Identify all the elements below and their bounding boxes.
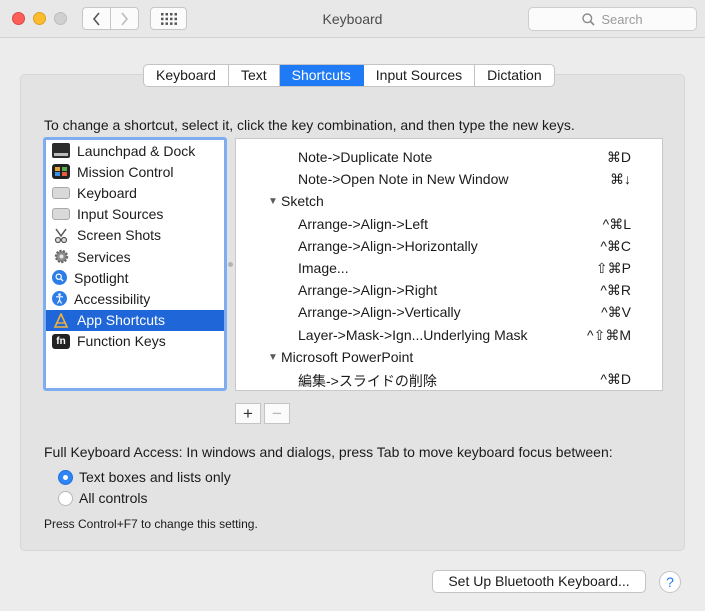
category-label: Spotlight (74, 269, 129, 286)
radio-label: All controls (79, 490, 148, 506)
screenshot-icon (52, 228, 70, 243)
shortcut-group-row[interactable]: ▼ Sketch (236, 190, 662, 212)
instruction-text: To change a shortcut, select it, click t… (44, 117, 575, 133)
shortcut-row[interactable]: Arrange->Align->Right ^⌘R (236, 279, 662, 301)
category-label: Input Sources (77, 206, 164, 223)
shortcut-key[interactable]: ⌘↓ (610, 171, 631, 188)
tab-text[interactable]: Text (229, 65, 280, 86)
category-label: Accessibility (74, 290, 151, 307)
remove-shortcut-button[interactable]: − (264, 403, 290, 424)
shortcut-group-row[interactable]: ▼ Microsoft PowerPoint (236, 346, 662, 368)
tab-input-sources[interactable]: Input Sources (364, 65, 476, 86)
group-name: Microsoft PowerPoint (281, 348, 414, 365)
shortcut-name: Note->Open Note in New Window (298, 171, 509, 188)
launchpad-dock-icon (52, 143, 70, 159)
category-input-sources[interactable]: Input Sources (46, 204, 224, 225)
category-mission-control[interactable]: Mission Control (46, 161, 224, 182)
add-shortcut-button[interactable]: + (235, 403, 261, 424)
shortcut-name: Arrange->Align->Left (298, 215, 428, 232)
shortcut-name: 編集->スライドの削除 (298, 372, 437, 389)
shortcut-key[interactable]: ^⌘C (600, 238, 631, 255)
category-screen-shots[interactable]: Screen Shots (46, 225, 224, 246)
category-label: Screen Shots (77, 227, 162, 244)
search-placeholder: Search (601, 11, 643, 27)
shortcut-row[interactable]: Note->Duplicate Note ⌘D (236, 146, 662, 168)
title-bar: Keyboard Search (0, 0, 705, 38)
category-label: Function Keys (77, 333, 166, 350)
setup-bluetooth-keyboard-button[interactable]: Set Up Bluetooth Keyboard... (432, 570, 646, 593)
shortcut-key[interactable]: ^⌘V (601, 304, 631, 321)
tab-shortcuts[interactable]: Shortcuts (279, 65, 364, 86)
shortcut-name: Arrange->Align->Horizontally (298, 237, 478, 254)
shortcut-key[interactable]: ^⌘R (600, 282, 631, 299)
disclosure-triangle-icon[interactable]: ▼ (268, 352, 278, 363)
app-shortcuts-icon (52, 312, 70, 328)
shortcut-row[interactable]: Arrange->Align->Vertically ^⌘V (236, 301, 662, 323)
accessibility-icon (52, 291, 67, 307)
search-icon (582, 12, 595, 26)
shortcut-key[interactable]: ^⌘D (600, 371, 631, 388)
category-services[interactable]: Services (46, 246, 224, 267)
help-button[interactable]: ? (659, 571, 681, 593)
shortcut-row[interactable]: Image... ⇧⌘P (236, 257, 662, 279)
category-keyboard[interactable]: Keyboard (46, 182, 224, 203)
shortcut-key[interactable]: ^⌘L (603, 216, 631, 233)
keyboard-icon (52, 186, 70, 199)
shortcut-key[interactable]: ⌘D (607, 149, 631, 166)
category-spotlight[interactable]: Spotlight (46, 267, 224, 288)
radio-label: Text boxes and lists only (79, 469, 231, 485)
tab-bar: Keyboard Text Shortcuts Input Sources Di… (143, 64, 555, 87)
category-accessibility[interactable]: Accessibility (46, 288, 224, 309)
split-handle[interactable] (228, 262, 233, 267)
category-label: Services (77, 248, 131, 265)
shortcut-key[interactable]: ^⇧⌘M (587, 327, 631, 344)
category-label: Mission Control (77, 163, 174, 180)
shortcut-name: Layer->Mask->Ign...Underlying Mask (298, 326, 528, 343)
shortcut-list[interactable]: Note->Duplicate Note ⌘D Note->Open Note … (235, 138, 663, 391)
mission-control-icon (52, 164, 70, 180)
category-label: App Shortcuts (77, 312, 165, 329)
gear-icon (52, 249, 70, 264)
disclosure-triangle-icon[interactable]: ▼ (268, 196, 278, 207)
shortcut-row[interactable]: Arrange->Align->Horizontally ^⌘C (236, 235, 662, 257)
shortcut-row[interactable]: Layer->Mask->Ign...Underlying Mask ^⇧⌘M (236, 324, 662, 346)
fn-key-icon: fn (52, 333, 70, 349)
shortcut-name: Arrange->Align->Right (298, 282, 438, 299)
input-sources-icon (52, 208, 70, 221)
shortcut-row[interactable]: Note->Open Note in New Window ⌘↓ (236, 168, 662, 190)
search-field[interactable]: Search (528, 7, 697, 31)
radio-button-selected[interactable] (58, 469, 73, 485)
shortcut-key[interactable]: ⇧⌘P (596, 260, 631, 277)
shortcut-name: Image... (298, 259, 349, 276)
shortcut-name: Note->Duplicate Note (298, 149, 433, 165)
radio-button[interactable] (58, 490, 73, 506)
shortcut-name: Arrange->Align->Vertically (298, 304, 461, 321)
category-app-shortcuts[interactable]: App Shortcuts (46, 309, 224, 331)
group-name: Sketch (281, 193, 324, 210)
tab-keyboard[interactable]: Keyboard (144, 65, 229, 86)
category-list[interactable]: Launchpad & Dock Mission Control Keyboar… (43, 137, 227, 391)
full-keyboard-access-label: Full Keyboard Access: In windows and dia… (44, 444, 613, 460)
category-label: Launchpad & Dock (77, 142, 196, 159)
setting-note: Press Control+F7 to change this setting. (44, 517, 258, 531)
category-label: Keyboard (77, 184, 137, 201)
shortcut-row[interactable]: 編集->スライドの削除 ^⌘D (236, 368, 662, 390)
radio-all-controls[interactable]: All controls (58, 490, 147, 506)
category-function-keys[interactable]: fn Function Keys (46, 331, 224, 352)
shortcut-row[interactable]: Arrange->Align->Left ^⌘L (236, 213, 662, 235)
spotlight-icon (52, 270, 67, 286)
tab-dictation[interactable]: Dictation (475, 65, 553, 86)
radio-text-boxes-lists[interactable]: Text boxes and lists only (58, 469, 231, 485)
category-launchpad-dock[interactable]: Launchpad & Dock (46, 140, 224, 161)
